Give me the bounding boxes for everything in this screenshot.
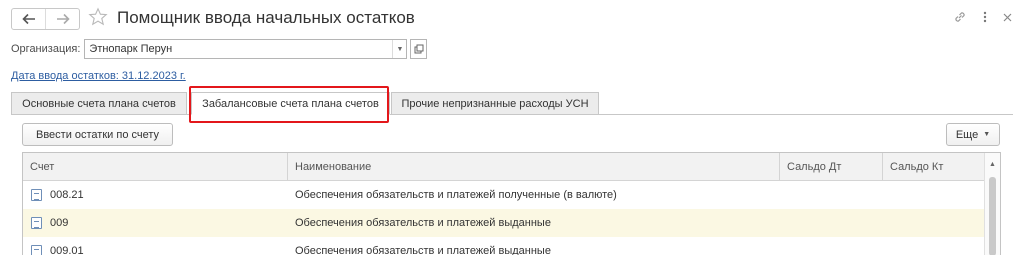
debit-cell [780, 209, 883, 237]
scrollbar-thumb[interactable] [989, 177, 996, 255]
open-window-icon [414, 44, 424, 54]
scroll-up-icon[interactable]: ▲ [989, 161, 996, 168]
name-cell: Обеспечения обязательств и платежей выда… [295, 245, 551, 255]
link-icon[interactable] [953, 10, 967, 27]
name-cell: Обеспечения обязательств и платежей выда… [295, 217, 551, 229]
back-button[interactable] [12, 9, 45, 29]
column-header-debit[interactable]: Сальдо Дт [780, 153, 883, 181]
column-header-account[interactable]: Счет [23, 153, 288, 181]
credit-cell [883, 209, 986, 237]
more-button-label: Еще [955, 128, 979, 141]
table-row[interactable]: 009.01 Обеспечения обязательств и платеж… [23, 237, 986, 255]
organization-field[interactable]: Этнопарк Перун ▼ [84, 39, 408, 59]
nav-buttons [11, 8, 80, 30]
enter-balances-button[interactable]: Ввести остатки по счету [22, 123, 173, 146]
credit-cell [883, 181, 986, 209]
tab-label: Основные счета плана счетов [22, 97, 176, 110]
more-vertical-icon[interactable] [983, 11, 987, 26]
table-row[interactable]: 009 Обеспечения обязательств и платежей … [23, 209, 986, 237]
page-title: Помощник ввода начальных остатков [117, 8, 415, 27]
account-code: 009 [50, 217, 69, 229]
arrow-right-icon [56, 13, 70, 25]
window-controls [953, 10, 1012, 27]
open-organization-button[interactable] [410, 39, 428, 59]
chevron-down-icon: ▼ [983, 131, 991, 138]
debit-cell [780, 181, 883, 209]
favorite-star-icon[interactable] [88, 7, 108, 30]
account-cell: 009.01 [23, 237, 288, 255]
debit-cell [780, 237, 883, 255]
tab-other-expenses[interactable]: Прочие непризнанные расходы УСН [391, 92, 599, 115]
organization-value: Этнопарк Перун [89, 43, 173, 55]
more-button[interactable]: Еще ▼ [946, 123, 1000, 146]
close-icon[interactable] [1003, 13, 1012, 25]
table-header: Счет Наименование Сальдо Дт Сальдо Кт [23, 153, 986, 181]
accounts-table: Счет Наименование Сальдо Дт Сальдо Кт 00… [22, 152, 1001, 255]
organization-row: Организация: Этнопарк Перун ▼ [11, 39, 428, 59]
tab-label: Прочие непризнанные расходы УСН [401, 97, 589, 110]
chevron-down-icon[interactable]: ▼ [392, 40, 406, 58]
title-bar: Помощник ввода начальных остатков [0, 0, 1024, 36]
table-row[interactable]: 008.21 Обеспечения обязательств и платеж… [23, 181, 986, 209]
credit-cell [883, 237, 986, 255]
date-link[interactable]: Дата ввода остатков: 31.12.2023 г. [11, 70, 186, 82]
highlight-box [189, 86, 389, 123]
account-cell: 009 [23, 209, 288, 237]
forward-button[interactable] [45, 9, 79, 29]
column-header-credit[interactable]: Сальдо Кт [883, 153, 986, 181]
tab-main-accounts[interactable]: Основные счета плана счетов [11, 92, 187, 115]
vertical-scrollbar[interactable]: ▲ [984, 153, 1000, 255]
account-icon [31, 217, 42, 229]
organization-label: Организация: [11, 43, 81, 55]
account-cell: 008.21 [23, 181, 288, 209]
column-header-name[interactable]: Наименование [288, 153, 780, 181]
account-icon [31, 189, 42, 201]
account-code: 008.21 [50, 189, 84, 201]
arrow-left-icon [21, 13, 35, 25]
account-icon [31, 245, 42, 255]
name-cell: Обеспечения обязательств и платежей полу… [295, 189, 617, 201]
account-code: 009.01 [50, 245, 84, 255]
